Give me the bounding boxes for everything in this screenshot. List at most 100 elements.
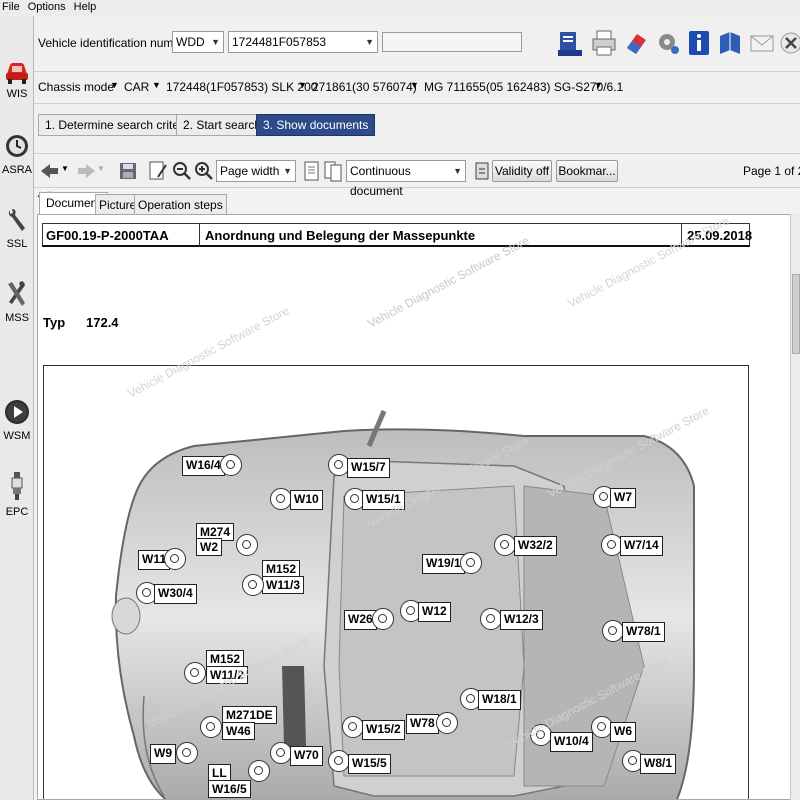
- nav-wsm[interactable]: WSM: [0, 396, 34, 442]
- nav-wsm-label: WSM: [3, 430, 31, 442]
- annotate-icon[interactable]: [146, 159, 170, 183]
- chevron-down-icon[interactable]: ▼: [152, 80, 161, 90]
- tab-operation-steps[interactable]: Operation steps: [134, 194, 227, 216]
- nav-mss[interactable]: MSS: [0, 278, 34, 324]
- chevron-down-icon: ▼: [365, 37, 374, 47]
- ground-point-symbol: [436, 712, 458, 734]
- chevron-down-icon[interactable]: ▼: [97, 164, 105, 173]
- menu-help[interactable]: Help: [74, 0, 97, 16]
- ground-point-symbol: [220, 454, 242, 476]
- typ-value: 172.4: [86, 315, 119, 330]
- ground-point-label: W7/14: [620, 536, 663, 556]
- eraser-icon[interactable]: [622, 28, 650, 58]
- chevron-down-icon: ▼: [283, 166, 292, 176]
- vin-row: Vehicle identification number WDD ▼ 17244…: [34, 16, 800, 72]
- disk-icon[interactable]: [116, 159, 140, 183]
- chassis-mode-label: Chassis mode: [38, 80, 115, 94]
- nav-ssl[interactable]: SSL: [0, 206, 34, 250]
- chevron-down-icon[interactable]: ▼: [61, 164, 69, 173]
- nav-wis-label: WIS: [6, 88, 28, 100]
- ground-point-label: W10/4: [550, 732, 593, 752]
- ground-point-label: W7: [610, 488, 636, 508]
- single-page-icon[interactable]: [300, 159, 324, 183]
- ground-point-label: W78/1: [622, 622, 665, 642]
- chevron-down-icon[interactable]: ▼: [298, 80, 307, 90]
- printer-icon[interactable]: [590, 28, 618, 58]
- wrench-icon: [8, 209, 25, 231]
- nav-epc-label: EPC: [5, 506, 29, 518]
- validity-icon: [475, 162, 489, 180]
- view-mode-select[interactable]: Continuous document ▼: [346, 160, 466, 198]
- ground-point-label: W15/2: [362, 720, 405, 740]
- progress-field: [382, 32, 522, 52]
- vin-prefix-value: WDD: [176, 35, 205, 49]
- ground-point-symbol: [460, 552, 482, 574]
- document-header: GF00.19-P-2000TAA Anordnung und Belegung…: [42, 223, 752, 247]
- mail-icon[interactable]: [748, 28, 776, 58]
- chevron-down-icon[interactable]: ▼: [110, 80, 119, 90]
- chevron-down-icon[interactable]: ▼: [410, 80, 419, 90]
- zoom-in-icon[interactable]: [192, 159, 216, 183]
- nav-asra-label: ASRA: [2, 164, 32, 176]
- ground-point-symbol: [270, 742, 292, 764]
- document-code: GF00.19-P-2000TAA: [46, 228, 169, 243]
- validity-button[interactable]: Validity off: [492, 160, 552, 182]
- zoom-out-icon[interactable]: [170, 159, 194, 183]
- chassis-type[interactable]: CAR: [124, 80, 149, 94]
- vin-input[interactable]: 1724481F057853 ▼: [228, 31, 378, 53]
- vehicle-search-icon[interactable]: [556, 28, 584, 58]
- vin-label: Vehicle identification number: [38, 36, 191, 50]
- nav-mss-label: MSS: [5, 312, 29, 324]
- ground-point-label: W16/4: [182, 456, 225, 476]
- chevron-down-icon[interactable]: ▼: [594, 80, 603, 90]
- book-icon[interactable]: [716, 28, 744, 58]
- chassis-row: Chassis mode ▼ CAR ▼ 172448(1F057853) SL…: [34, 72, 800, 104]
- step-show-documents[interactable]: 3. Show documents: [256, 114, 376, 136]
- ground-point-label: W16/5: [208, 780, 251, 798]
- ground-point-label: W70: [290, 746, 323, 766]
- double-page-icon[interactable]: [322, 159, 346, 183]
- ground-point-label: W18/1: [478, 690, 521, 710]
- tools-icon: [8, 281, 25, 306]
- ground-point-symbol: [342, 716, 364, 738]
- ground-point-label: W12: [418, 602, 451, 622]
- chassis-model[interactable]: 172448(1F057853) SLK 200: [166, 80, 317, 94]
- ground-point-label: W6: [610, 722, 636, 742]
- divider: [199, 224, 200, 246]
- engine-model[interactable]: 271861(30 576074): [312, 80, 417, 94]
- info-icon[interactable]: [686, 28, 712, 58]
- menu-options[interactable]: Options: [28, 0, 66, 16]
- nav-epc[interactable]: EPC: [0, 470, 34, 518]
- ground-point-label: W30/4: [154, 584, 197, 604]
- chevron-down-icon: ▼: [453, 166, 462, 176]
- ground-point-symbol: [372, 608, 394, 630]
- ground-point-symbol: [200, 716, 222, 738]
- nav-asra[interactable]: ASRA: [0, 132, 34, 176]
- chevron-down-icon: ▼: [211, 37, 220, 47]
- document-view: GF00.19-P-2000TAA Anordnung und Belegung…: [37, 214, 791, 800]
- document-toolbar: ▼ ▼ Page width ▼ Continuous document ▼ Val…: [34, 154, 800, 198]
- ground-point-symbol: [270, 488, 292, 510]
- vin-prefix-select[interactable]: WDD ▼: [172, 31, 224, 53]
- scrollbar-thumb[interactable]: [792, 274, 800, 354]
- bookmarks-button[interactable]: Bookmar...: [556, 160, 618, 182]
- zoom-select[interactable]: Page width ▼: [216, 160, 296, 182]
- vertical-scrollbar[interactable]: [790, 214, 800, 800]
- nav-wis[interactable]: WIS: [0, 56, 34, 100]
- document-title: Anordnung und Belegung der Massepunkte: [205, 228, 476, 243]
- ground-point-label: W78: [406, 714, 439, 734]
- navigate-back-icon[interactable]: [38, 159, 62, 183]
- ground-point-label: W46: [222, 722, 255, 740]
- spark-plug-icon: [11, 472, 23, 500]
- menu-file[interactable]: File: [2, 0, 20, 16]
- ground-point-symbol: [176, 742, 198, 764]
- left-navigation: WIS ASRA SSL MSS WSM EPC: [0, 16, 34, 800]
- clock-icon: [6, 135, 28, 157]
- view-mode-value: Continuous document: [350, 164, 411, 198]
- close-icon[interactable]: [778, 28, 800, 58]
- ground-point-symbol: [480, 608, 502, 630]
- step-start-search[interactable]: 2. Start search: [176, 114, 269, 136]
- navigate-forward-icon[interactable]: [74, 159, 98, 183]
- ground-point-label: W8/1: [640, 754, 677, 774]
- settings-gear-icon[interactable]: [654, 28, 682, 58]
